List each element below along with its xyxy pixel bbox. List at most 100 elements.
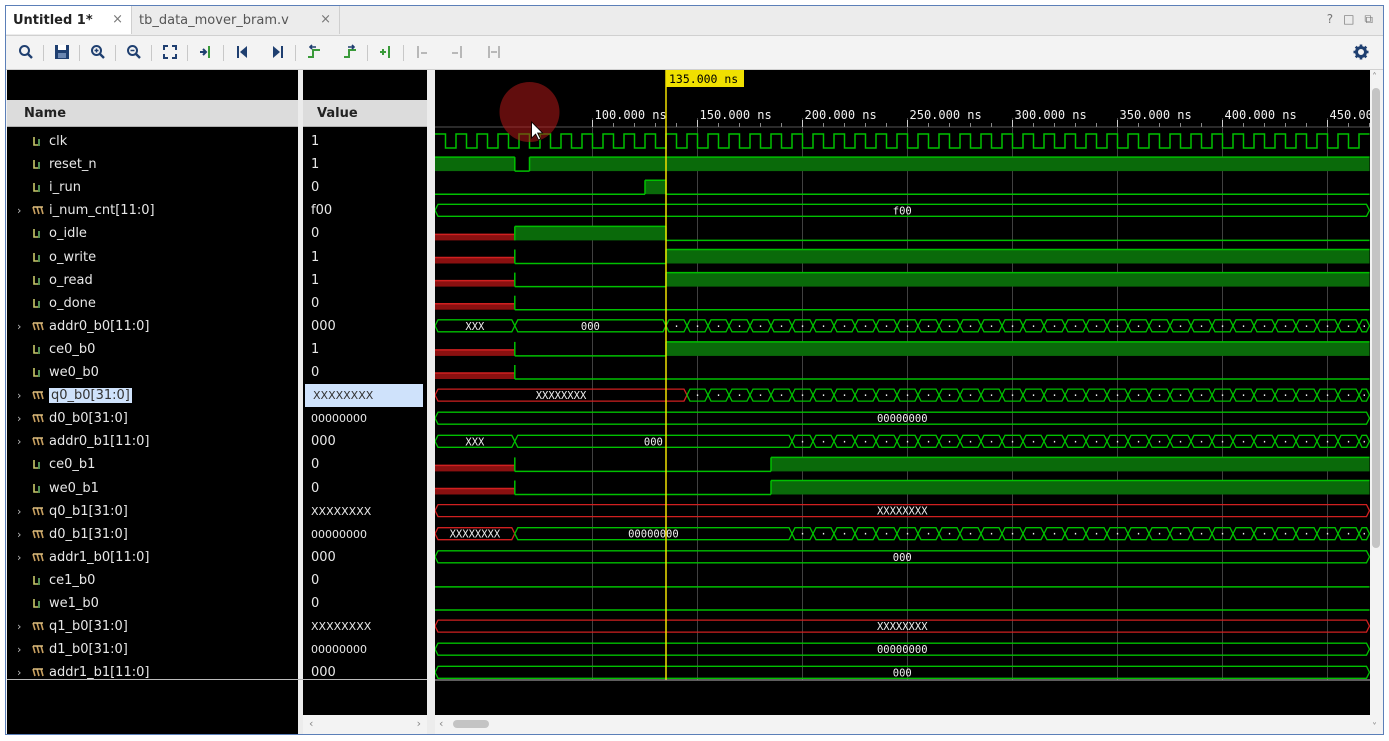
signal-value[interactable]: XXXXXXXX xyxy=(305,384,423,407)
scroll-left-icon[interactable]: ‹ xyxy=(439,717,443,730)
bit-signal-icon xyxy=(33,460,40,469)
name-column-header[interactable]: Name xyxy=(7,100,298,127)
q0_b0-wave: XXXXXXXX · · · · · · · · · · · · · · · · · · · · · · · · · · · · · · · ·… xyxy=(435,388,1370,402)
close-icon[interactable]: × xyxy=(320,12,331,27)
expand-chevron-icon[interactable]: › xyxy=(17,204,21,217)
signal-row[interactable]: › addr0_b0[11:0] xyxy=(7,315,298,338)
signal-row[interactable]: › addr0_b1[11:0] xyxy=(7,430,298,453)
signal-value[interactable]: 1 xyxy=(303,246,427,269)
expand-chevron-icon[interactable]: › xyxy=(17,320,21,333)
signal-value[interactable]: 0 xyxy=(303,361,427,384)
signal-value[interactable]: 000 xyxy=(303,546,427,569)
signal-row[interactable]: we0_b1 xyxy=(7,477,298,500)
expand-chevron-icon[interactable]: › xyxy=(17,435,21,448)
signal-row[interactable]: ce0_b1 xyxy=(7,453,298,476)
signal-row[interactable]: o_idle xyxy=(7,222,298,245)
signal-value[interactable]: 0 xyxy=(303,222,427,245)
tab-untitled[interactable]: Untitled 1* × xyxy=(6,6,132,34)
restore-icon[interactable]: □ xyxy=(1343,12,1354,27)
expand-chevron-icon[interactable]: › xyxy=(17,643,21,656)
value-column-header[interactable]: Value xyxy=(303,100,427,127)
waveform-vscrollbar[interactable]: ˄ ˅ xyxy=(1370,70,1382,734)
signal-value[interactable]: 0 xyxy=(303,569,427,592)
bus-signal-icon xyxy=(32,322,44,331)
signal-row[interactable]: ce1_b0 xyxy=(7,569,298,592)
go-to-end-icon[interactable] xyxy=(266,40,290,64)
signal-value[interactable]: f00 xyxy=(303,199,427,222)
scroll-thumb[interactable] xyxy=(453,720,489,728)
signal-value[interactable]: XXXXXXXX xyxy=(303,615,427,638)
previous-transition-icon[interactable] xyxy=(302,40,326,64)
go-to-cursor-icon[interactable] xyxy=(194,40,218,64)
svg-text:·: · xyxy=(967,529,973,541)
tab-testbench-file[interactable]: tb_data_mover_bram.v × xyxy=(132,6,340,34)
zoom-in-icon[interactable] xyxy=(86,40,110,64)
signal-row[interactable]: › i_num_cnt[11:0] xyxy=(7,199,298,222)
signal-row[interactable]: › addr1_b0[11:0] xyxy=(7,546,298,569)
signal-value[interactable]: 00000000 xyxy=(303,523,427,546)
signal-value[interactable]: 000 xyxy=(303,661,427,684)
waveform-hscrollbar[interactable]: ‹ xyxy=(435,715,1370,734)
pane-splitter[interactable] xyxy=(427,70,435,734)
save-icon[interactable] xyxy=(50,40,74,64)
svg-text:·: · xyxy=(1051,529,1057,541)
signal-value[interactable]: 0 xyxy=(303,453,427,476)
signal-row[interactable]: › d0_b0[31:0] xyxy=(7,407,298,430)
expand-chevron-icon[interactable]: › xyxy=(17,666,21,679)
signal-row[interactable]: › q1_b0[31:0] xyxy=(7,615,298,638)
signal-row[interactable]: we1_b0 xyxy=(7,592,298,615)
signal-row[interactable]: o_write xyxy=(7,246,298,269)
signal-row[interactable]: o_read xyxy=(7,269,298,292)
zoom-out-icon[interactable] xyxy=(122,40,146,64)
signal-value[interactable]: 000 xyxy=(303,315,427,338)
expand-chevron-icon[interactable]: › xyxy=(17,528,21,541)
go-to-start-icon[interactable] xyxy=(230,40,254,64)
scroll-right-icon[interactable]: › xyxy=(417,717,421,730)
value-scrollbar[interactable]: ‹ › xyxy=(303,715,427,734)
signal-value[interactable]: XXXXXXXX xyxy=(303,500,427,523)
signal-row[interactable]: › q0_b0[31:0] xyxy=(7,384,298,407)
signal-row[interactable]: › d0_b1[31:0] xyxy=(7,523,298,546)
signal-row[interactable]: › addr1_b1[11:0] xyxy=(7,661,298,684)
next-transition-icon[interactable] xyxy=(338,40,362,64)
signal-value[interactable]: 0 xyxy=(303,592,427,615)
signal-value[interactable]: 0 xyxy=(303,477,427,500)
signal-value[interactable]: 00000000 xyxy=(303,407,427,430)
float-icon[interactable]: ⧉ xyxy=(1364,12,1373,27)
signal-value[interactable]: 00000000 xyxy=(303,638,427,661)
close-icon[interactable]: × xyxy=(112,12,123,27)
expand-chevron-icon[interactable]: › xyxy=(17,412,21,425)
signal-row[interactable]: reset_n xyxy=(7,153,298,176)
signal-value[interactable]: 1 xyxy=(303,130,427,153)
help-icon[interactable]: ? xyxy=(1327,12,1333,27)
bit-signal-icon xyxy=(33,484,40,493)
signal-value[interactable]: 1 xyxy=(303,269,427,292)
signal-row[interactable]: o_done xyxy=(7,292,298,315)
bus-signal-icon xyxy=(32,668,44,677)
signal-value[interactable]: 1 xyxy=(303,338,427,361)
expand-chevron-icon[interactable]: › xyxy=(17,505,21,518)
search-icon[interactable] xyxy=(14,40,38,64)
add-marker-icon[interactable] xyxy=(374,40,398,64)
zoom-fit-icon[interactable] xyxy=(158,40,182,64)
signal-row[interactable]: we0_b0 xyxy=(7,361,298,384)
signal-value[interactable]: 0 xyxy=(303,292,427,315)
signal-row[interactable]: ce0_b0 xyxy=(7,338,298,361)
expand-chevron-icon[interactable]: › xyxy=(17,551,21,564)
signal-row[interactable]: i_run xyxy=(7,176,298,199)
signal-value[interactable]: 000 xyxy=(303,430,427,453)
signal-value[interactable]: 0 xyxy=(303,176,427,199)
signal-row[interactable]: clk xyxy=(7,130,298,153)
expand-chevron-icon[interactable]: › xyxy=(17,389,21,402)
scroll-down-icon[interactable]: ˅ xyxy=(1372,722,1377,733)
timeline-tick-label: 150.000 ns xyxy=(700,108,772,122)
gear-icon[interactable] xyxy=(1349,40,1373,64)
signal-row[interactable]: › q0_b1[31:0] xyxy=(7,500,298,523)
signal-row[interactable]: › d1_b0[31:0] xyxy=(7,638,298,661)
expand-chevron-icon[interactable]: › xyxy=(17,620,21,633)
waveform-canvas[interactable]: 100.000 ns 150.000 ns 200.000 ns 250.000 ns… xyxy=(435,70,1370,715)
scroll-thumb[interactable] xyxy=(1372,88,1380,548)
scroll-up-icon[interactable]: ˄ xyxy=(1372,72,1377,83)
scroll-left-icon[interactable]: ‹ xyxy=(309,717,313,730)
signal-value[interactable]: 1 xyxy=(303,153,427,176)
